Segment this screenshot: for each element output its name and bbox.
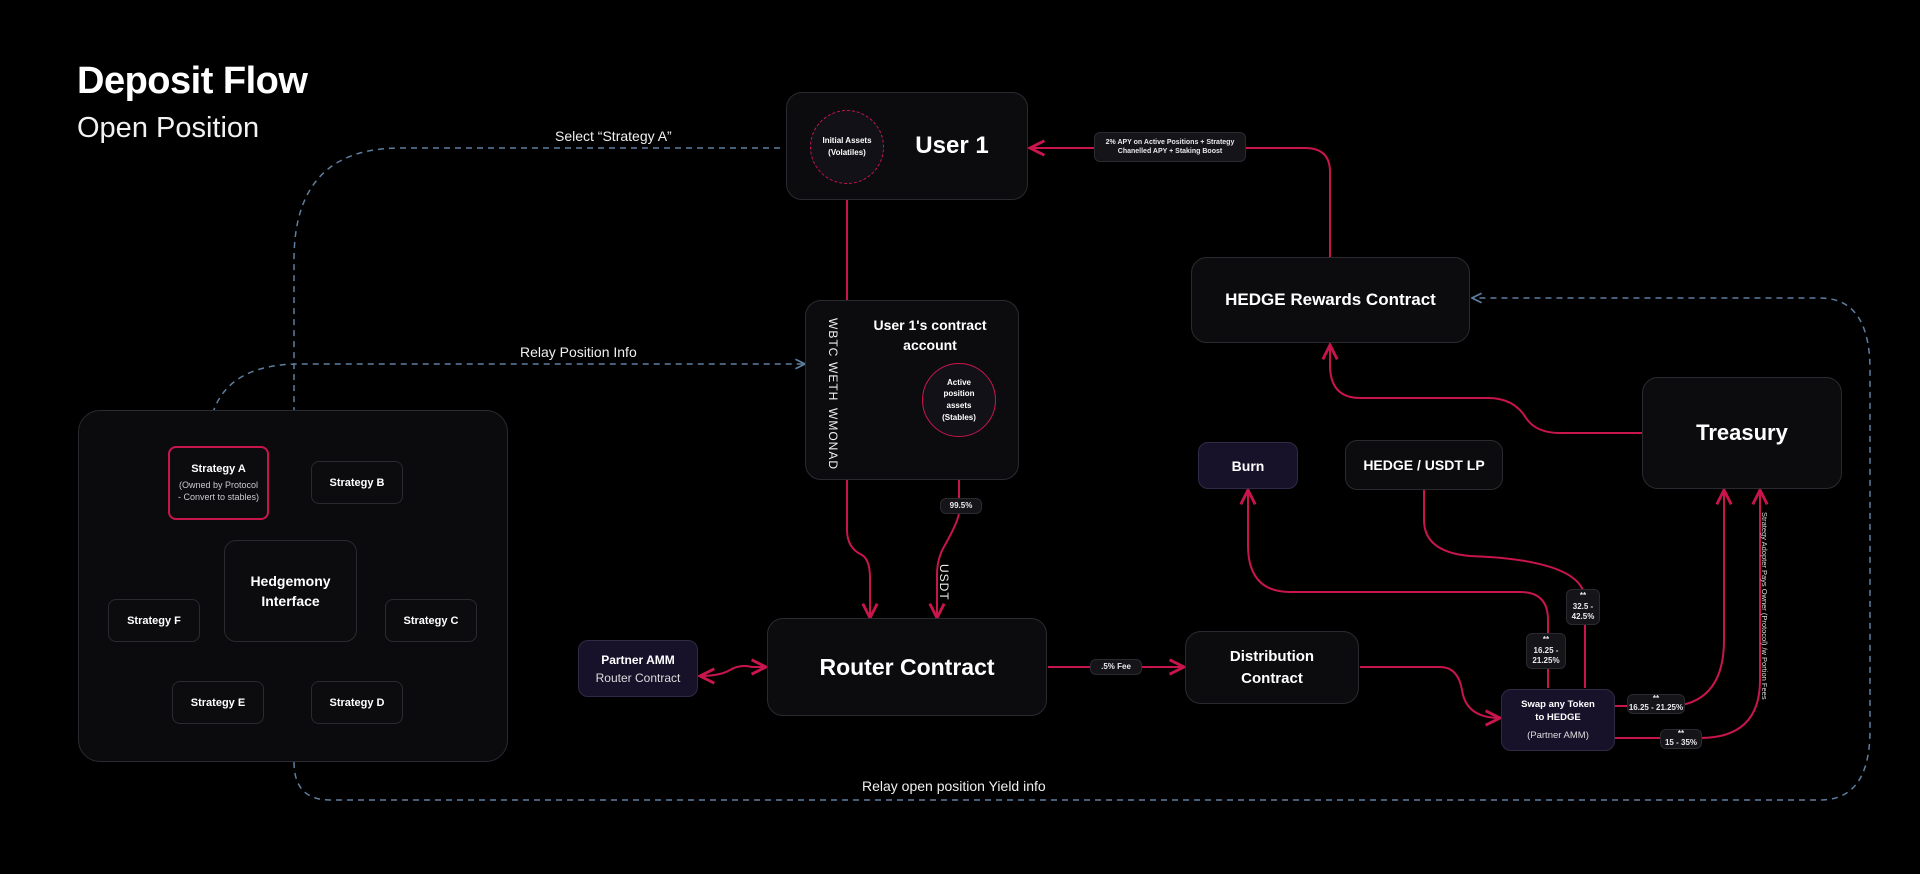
token-wmonad: WMONAD bbox=[826, 408, 840, 470]
edge-rewards-to-user bbox=[1030, 148, 1331, 257]
hedgemony-interface-node[interactable]: Hedgemony Interface bbox=[224, 540, 357, 642]
initial-assets-circle: Initial Assets (Volatiles) bbox=[810, 110, 884, 184]
partner-amm-node[interactable]: Partner AMM Router Contract bbox=[578, 640, 698, 697]
strategy-b-node[interactable]: Strategy B bbox=[311, 461, 403, 504]
strategy-e-node[interactable]: Strategy E bbox=[172, 681, 264, 724]
active-assets-circle: Active position assets (Stables) bbox=[922, 363, 996, 437]
edge-partner-router bbox=[700, 666, 766, 676]
apy-note-pill: 2% APY on Active Positions + Strategy Ch… bbox=[1094, 132, 1246, 162]
treasury-share-1-pill: ** 16.25 - 21.25% bbox=[1627, 694, 1685, 714]
contract-account-label: User 1's contract account bbox=[873, 317, 987, 354]
edge-label-select-strategy: Select “Strategy A” bbox=[555, 128, 672, 144]
distribution-contract-node[interactable]: Distribution Contract bbox=[1185, 631, 1359, 704]
swap-node[interactable]: Swap any Token to HEDGE (Partner AMM) bbox=[1501, 689, 1615, 751]
edge-distribution-to-swap bbox=[1360, 666, 1500, 718]
edge-label-adopter-fees: Strategy Adopter Pays Owner (Protocol) /… bbox=[1760, 512, 1769, 700]
strategy-c-node[interactable]: Strategy C bbox=[385, 599, 477, 642]
strategy-d-node[interactable]: Strategy D bbox=[311, 681, 403, 724]
edge-treasury-to-rewards bbox=[1330, 345, 1642, 434]
hedge-rewards-contract-node[interactable]: HEDGE Rewards Contract bbox=[1191, 257, 1470, 343]
edge-label-relay-position: Relay Position Info bbox=[520, 344, 637, 360]
fee-pill: .5% Fee bbox=[1090, 659, 1142, 675]
pct-99-5-pill: 99.5% bbox=[940, 498, 982, 514]
strategy-a-node[interactable]: Strategy A (Owned by Protocol - Convert … bbox=[168, 446, 269, 520]
page-subtitle: Open Position bbox=[77, 112, 260, 144]
edge-relay-yield bbox=[293, 298, 1871, 801]
token-wbtc: WBTC bbox=[826, 318, 840, 358]
strategy-f-node[interactable]: Strategy F bbox=[108, 599, 200, 642]
lp-share-pill: ** 32.5 - 42.5% bbox=[1566, 589, 1600, 625]
burn-share-pill: ** 16.25 - 21.25% bbox=[1526, 633, 1566, 669]
treasury-share-2-pill: ** 15 - 35% bbox=[1660, 729, 1702, 749]
edge-label-usdt: USDT bbox=[937, 564, 951, 601]
burn-node[interactable]: Burn bbox=[1198, 442, 1298, 489]
token-weth: WETH bbox=[826, 362, 840, 402]
hedge-usdt-lp-node[interactable]: HEDGE / USDT LP bbox=[1345, 440, 1503, 490]
edge-swap-to-treasury-1 bbox=[1614, 490, 1724, 707]
page-title: Deposit Flow bbox=[77, 60, 308, 102]
edge-label-relay-yield: Relay open position Yield info bbox=[862, 778, 1046, 794]
router-contract-node[interactable]: Router Contract bbox=[767, 618, 1047, 716]
treasury-node[interactable]: Treasury bbox=[1642, 377, 1842, 489]
user1-label: User 1 bbox=[915, 132, 989, 159]
